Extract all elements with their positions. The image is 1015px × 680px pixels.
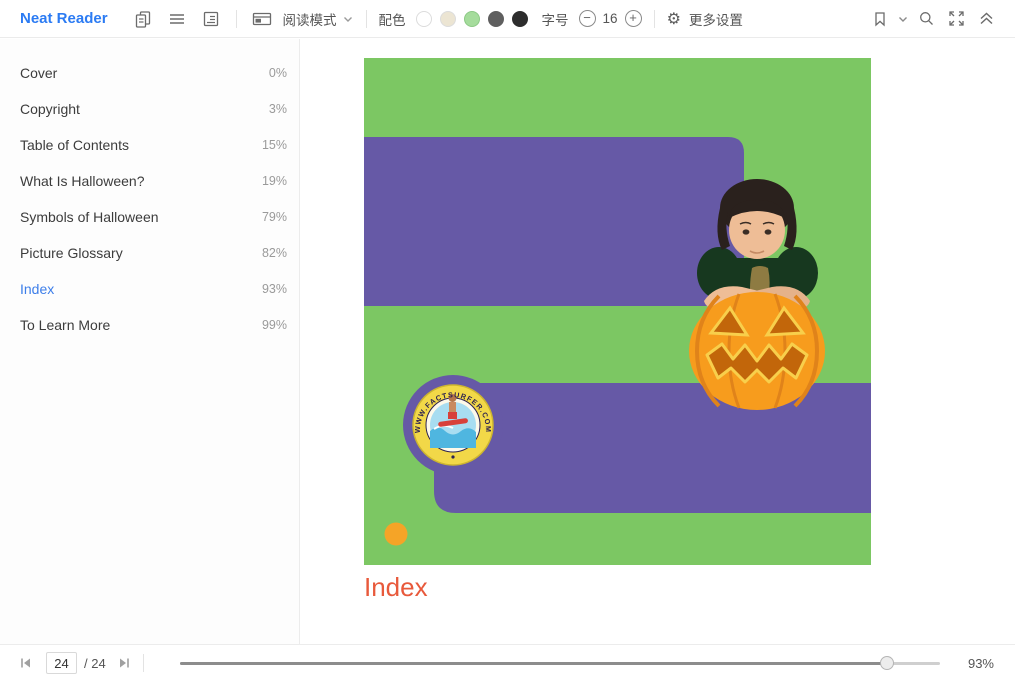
toc-item-label: What Is Halloween? [20, 173, 145, 189]
reading-mode-label[interactable]: 阅读模式 [283, 9, 337, 29]
book-copy-icon [134, 10, 152, 28]
slider-fill [180, 662, 887, 665]
reading-mode-button[interactable] [245, 4, 279, 34]
jack-o-lantern [689, 292, 825, 410]
collapse-toolbar-button[interactable] [973, 4, 999, 34]
reader-content: WWW.FACTSURFER.COM Index [301, 39, 1015, 644]
font-size-value: 16 [603, 11, 618, 26]
toc-item-progress: 19% [262, 174, 287, 188]
font-size-label: 字号 [542, 9, 569, 29]
font-size-decrease-button[interactable]: − [579, 10, 596, 27]
more-settings-label[interactable]: 更多设置 [689, 9, 743, 29]
document-notes-icon [202, 10, 220, 28]
toc-item-label: Cover [20, 65, 57, 81]
toolbar-divider [236, 10, 237, 28]
hamburger-icon [168, 10, 186, 28]
toc-item-label: Picture Glossary [20, 245, 123, 261]
toc-item-label: Copyright [20, 101, 80, 117]
swatch-sepia[interactable] [440, 11, 456, 27]
footer-bar: / 24 93% [0, 644, 1015, 680]
bookmark-icon [872, 11, 888, 27]
gear-icon[interactable]: ⚙ [667, 9, 681, 29]
first-page-icon [18, 655, 34, 671]
notes-button[interactable] [194, 4, 228, 34]
layout-icon [252, 10, 272, 28]
toc-item-progress: 79% [262, 210, 287, 224]
slider-thumb[interactable] [880, 656, 894, 670]
page-number-input[interactable] [46, 652, 77, 674]
toc-item-progress: 93% [262, 282, 287, 296]
toc-item-label: Symbols of Halloween [20, 209, 159, 225]
toc-item-index[interactable]: Index 93% [0, 271, 299, 307]
last-page-button[interactable] [116, 655, 132, 671]
toc-button[interactable] [160, 4, 194, 34]
toc-sidebar: Cover 0% Copyright 3% Table of Contents … [0, 39, 300, 644]
library-button[interactable] [126, 4, 160, 34]
toc-item-progress: 0% [269, 66, 287, 80]
toc-item-progress: 82% [262, 246, 287, 260]
toc-item-label: To Learn More [20, 317, 110, 333]
fullscreen-icon [948, 10, 965, 27]
toc-item-cover[interactable]: Cover 0% [0, 55, 299, 91]
total-pages-label: / 24 [84, 656, 106, 671]
factsurfer-badge: WWW.FACTSURFER.COM [413, 385, 493, 465]
toc-item-what-is-halloween[interactable]: What Is Halloween? 19% [0, 163, 299, 199]
last-page-icon [116, 655, 132, 671]
swatch-dark-gray[interactable] [488, 11, 504, 27]
toc-item-picture-glossary[interactable]: Picture Glossary 82% [0, 235, 299, 271]
toc-item-progress: 15% [262, 138, 287, 152]
chevron-down-icon [897, 13, 909, 25]
lower-purple-band [434, 383, 871, 513]
app-title[interactable]: Neat Reader [20, 10, 108, 27]
top-toolbar: Neat Reader 阅读模式 [0, 0, 1015, 38]
search-button[interactable] [913, 4, 939, 34]
font-size-stepper: − 16 + [579, 10, 642, 27]
upper-purple-band [364, 137, 744, 306]
toolbar-divider [654, 10, 655, 28]
toc-item-progress: 3% [269, 102, 287, 116]
footer-divider [143, 654, 144, 672]
fullscreen-button[interactable] [943, 4, 969, 34]
double-chevron-up-icon [978, 10, 995, 27]
bookmark-button[interactable] [867, 4, 893, 34]
toc-item-table-of-contents[interactable]: Table of Contents 15% [0, 127, 299, 163]
toc-item-label: Index [20, 281, 54, 297]
swatch-green[interactable] [464, 11, 480, 27]
progress-slider[interactable] [180, 655, 940, 671]
progress-percent: 93% [968, 656, 994, 671]
toc-item-progress: 99% [262, 318, 287, 332]
toc-item-label: Table of Contents [20, 137, 129, 153]
font-size-increase-button[interactable]: + [625, 10, 642, 27]
first-page-button[interactable] [18, 655, 34, 671]
orange-dot [385, 523, 408, 546]
color-scheme-label: 配色 [379, 9, 406, 29]
chevron-down-icon[interactable] [342, 13, 354, 25]
toolbar-divider [366, 10, 367, 28]
toc-item-copyright[interactable]: Copyright 3% [0, 91, 299, 127]
toc-item-symbols-of-halloween[interactable]: Symbols of Halloween 79% [0, 199, 299, 235]
book-page-illustration: WWW.FACTSURFER.COM [364, 58, 871, 565]
toolbar-right-group [867, 4, 999, 34]
search-icon [918, 10, 935, 27]
swatch-black[interactable] [512, 11, 528, 27]
toc-item-to-learn-more[interactable]: To Learn More 99% [0, 307, 299, 343]
color-swatches [416, 11, 528, 27]
swatch-white[interactable] [416, 11, 432, 27]
bookmark-dropdown-button[interactable] [893, 4, 913, 34]
chapter-heading: Index [364, 572, 428, 603]
